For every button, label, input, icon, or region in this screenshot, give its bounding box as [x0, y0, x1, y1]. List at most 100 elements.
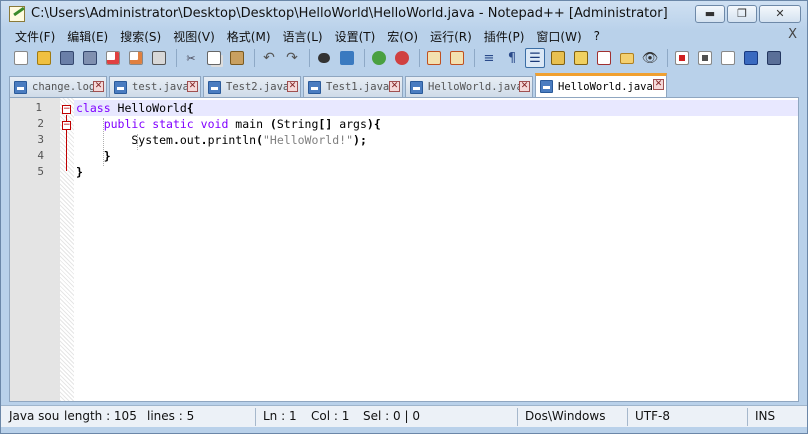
file-icon — [410, 80, 423, 94]
word-wrap-icon[interactable]: ≡ — [479, 48, 499, 68]
save-macro-icon[interactable] — [764, 48, 784, 68]
close-window-button[interactable]: ✕ — [759, 5, 801, 23]
status-lines: lines : 5 — [147, 409, 195, 423]
sync-vertical-icon[interactable] — [424, 48, 444, 68]
save-all-icon[interactable] — [80, 48, 100, 68]
code-line[interactable]: 5} — [37, 164, 798, 180]
menu-macro[interactable]: 宏(O) — [381, 28, 424, 45]
indent-guide-icon[interactable]: ☰ — [525, 48, 545, 68]
tab-close-icon[interactable]: ✕ — [187, 81, 198, 92]
code-token: public — [103, 117, 146, 131]
tab-close-icon[interactable]: ✕ — [653, 79, 664, 90]
toolbar-separator — [667, 49, 668, 67]
code-line[interactable]: 2 public static void main (String[] args… — [37, 116, 798, 132]
cut-icon[interactable]: ✂ — [181, 48, 201, 68]
code-line[interactable]: 3 System.out.println("HelloWorld!"); — [37, 132, 798, 148]
restore-button[interactable]: ❐ — [727, 5, 757, 23]
code-token: } — [76, 165, 83, 179]
zoom-out-icon[interactable] — [392, 48, 412, 68]
tab-close-icon[interactable]: ✕ — [287, 81, 298, 92]
file-icon — [308, 80, 321, 94]
code-token: "HelloWorld!" — [263, 133, 354, 147]
paste-icon[interactable] — [227, 48, 247, 68]
menu-settings[interactable]: 设置(T) — [329, 28, 382, 45]
undo-icon[interactable]: ↶ — [259, 48, 279, 68]
sync-horizontal-icon[interactable] — [447, 48, 467, 68]
menu-view[interactable]: 视图(V) — [167, 28, 221, 45]
status-line: Ln : 1 — [263, 409, 297, 423]
menu-format[interactable]: 格式(M) — [221, 28, 277, 45]
minimize-button[interactable]: ▬ — [695, 5, 725, 23]
monitor-icon[interactable]: 👁 — [640, 48, 660, 68]
redo-icon[interactable]: ↷ — [282, 48, 302, 68]
status-eol: Dos\Windows — [525, 409, 606, 423]
function-list-icon[interactable] — [594, 48, 614, 68]
new-file-icon[interactable] — [11, 48, 31, 68]
user-lang-icon[interactable] — [548, 48, 568, 68]
tab-close-icon[interactable]: ✕ — [93, 81, 104, 92]
show-all-chars-icon[interactable]: ¶ — [502, 48, 522, 68]
window-controls: ▬ ❐ ✕ — [695, 5, 801, 23]
fold-margin — [60, 98, 74, 401]
title-bar[interactable]: C:\Users\Administrator\Desktop\Desktop\H… — [1, 1, 807, 27]
tab-test1-java[interactable]: Test1.java ✕ — [303, 76, 403, 97]
close-document-button[interactable]: X — [788, 27, 797, 42]
print-icon[interactable] — [149, 48, 169, 68]
line-number: 2 — [37, 117, 44, 130]
file-icon — [208, 80, 221, 94]
tab-label: change.log — [32, 81, 96, 93]
record-macro-icon[interactable] — [672, 48, 692, 68]
status-language: Java sou — [9, 409, 60, 423]
tab-close-icon[interactable]: ✕ — [519, 81, 530, 92]
replace-icon[interactable] — [337, 48, 357, 68]
tab-helloworld-java-active[interactable]: HelloWorld.java ✕ — [535, 73, 667, 97]
play-macro-icon[interactable] — [718, 48, 738, 68]
stop-macro-icon[interactable] — [695, 48, 715, 68]
fold-toggle-icon[interactable]: − — [62, 121, 71, 130]
find-icon[interactable] — [314, 48, 334, 68]
toolbar-separator — [254, 49, 255, 67]
code-token: println — [207, 133, 257, 147]
open-file-icon[interactable] — [34, 48, 54, 68]
menu-edit[interactable]: 编辑(E) — [61, 28, 114, 45]
file-icon — [14, 80, 27, 94]
doc-map-icon[interactable] — [571, 48, 591, 68]
code-token: ){ — [366, 117, 381, 131]
toolbar-separator — [309, 49, 310, 67]
tab-label: Test2.java — [226, 81, 290, 93]
menu-help[interactable]: ? — [588, 29, 606, 43]
menu-window[interactable]: 窗口(W) — [530, 28, 587, 45]
copy-icon[interactable] — [204, 48, 224, 68]
save-icon[interactable] — [57, 48, 77, 68]
code-token: main — [228, 117, 270, 131]
folder-workspace-icon[interactable] — [617, 48, 637, 68]
menu-search[interactable]: 搜索(S) — [114, 28, 167, 45]
run-macro-multiple-icon[interactable] — [741, 48, 761, 68]
toolbar-separator — [419, 49, 420, 67]
tab-test-java[interactable]: test.java ✕ — [109, 76, 201, 97]
close-all-icon[interactable] — [126, 48, 146, 68]
menu-file[interactable]: 文件(F) — [9, 28, 61, 45]
menu-plugins[interactable]: 插件(P) — [478, 28, 531, 45]
code-line[interactable]: 1 class HelloWorld{ — [35, 100, 798, 116]
code-editor[interactable]: 1 class HelloWorld{2 public static void m… — [9, 97, 799, 402]
zoom-in-icon[interactable] — [369, 48, 389, 68]
window-title: C:\Users\Administrator\Desktop\Desktop\H… — [31, 6, 668, 21]
tab-label: HelloWorld.java — [558, 80, 653, 93]
code-token: ( — [256, 133, 263, 147]
menu-bar: 文件(F) 编辑(E) 搜索(S) 视图(V) 格式(M) 语言(L) 设置(T… — [1, 27, 807, 45]
tab-test2-java[interactable]: Test2.java ✕ — [203, 76, 301, 97]
close-icon[interactable] — [103, 48, 123, 68]
tab-close-icon[interactable]: ✕ — [389, 81, 400, 92]
code-line[interactable]: 4 } — [37, 148, 798, 164]
menu-language[interactable]: 语言(L) — [277, 28, 329, 45]
fold-toggle-icon[interactable]: − — [62, 105, 71, 114]
tab-change-log[interactable]: change.log ✕ — [9, 76, 107, 97]
code-token: String — [276, 117, 319, 131]
menu-run[interactable]: 运行(R) — [424, 28, 478, 45]
code-area[interactable]: 1 class HelloWorld{2 public static void m… — [35, 100, 798, 180]
tab-label: Test1.java — [326, 81, 390, 93]
tab-helloworld-java-1[interactable]: HelloWorld.java ✕ — [405, 76, 533, 97]
line-number: 5 — [37, 165, 44, 178]
